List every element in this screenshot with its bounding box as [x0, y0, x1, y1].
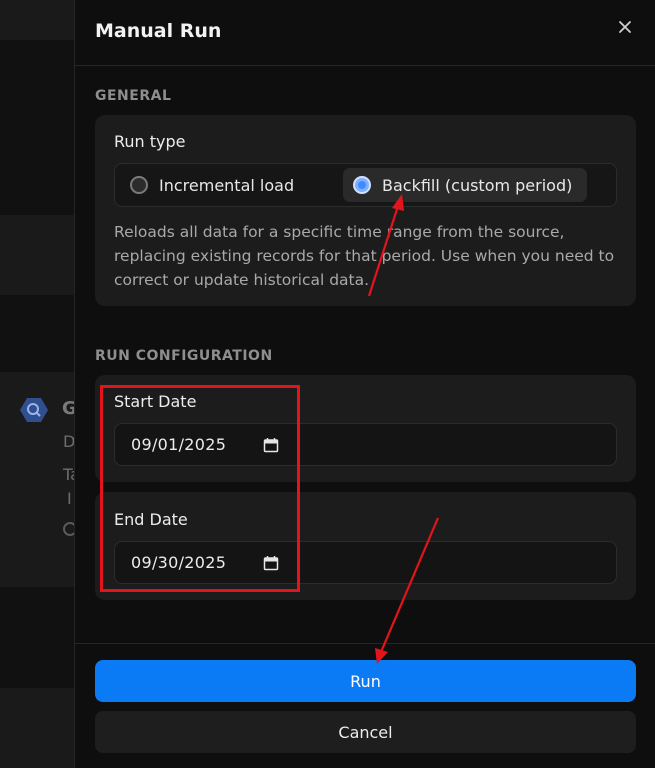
calendar-icon[interactable] — [263, 555, 279, 571]
background-band — [0, 215, 74, 295]
calendar-icon[interactable] — [263, 437, 279, 453]
run-button[interactable]: Run — [95, 660, 636, 702]
cancel-button[interactable]: Cancel — [95, 711, 636, 753]
background-band — [0, 688, 74, 768]
start-date-input[interactable]: 09/01/2025 — [114, 423, 617, 466]
dialog-footer: Run Cancel — [75, 643, 655, 768]
run-type-description: Reloads all data for a specific time ran… — [114, 223, 615, 289]
close-icon[interactable] — [613, 15, 637, 39]
radio-selected-icon[interactable] — [353, 176, 371, 194]
general-section-label: GENERAL — [95, 88, 172, 104]
end-date-label: End Date — [114, 510, 188, 529]
dialog-header: Manual Run — [75, 0, 655, 66]
start-date-value[interactable]: 09/01/2025 — [131, 435, 226, 454]
end-date-value[interactable]: 09/30/2025 — [131, 553, 226, 572]
background-app — [0, 0, 74, 768]
run-type-label: Run type — [114, 132, 186, 151]
radio-unselected-icon[interactable] — [130, 176, 148, 194]
start-date-panel: Start Date 09/01/2025 — [95, 375, 636, 482]
connector-logo-icon — [20, 398, 48, 422]
general-panel: Run type Incremental load Backfill (cust… — [95, 115, 636, 306]
run-type-backfill-option[interactable]: Backfill (custom period) — [343, 168, 587, 202]
run-type-option-label: Incremental load — [159, 175, 295, 195]
dialog-title: Manual Run — [95, 20, 222, 42]
run-type-selector: Incremental load Backfill (custom period… — [114, 163, 617, 207]
start-date-label: Start Date — [114, 392, 197, 411]
run-type-incremental-option[interactable]: Incremental load — [127, 168, 337, 202]
background-band — [0, 0, 74, 40]
run-configuration-section-label: RUN CONFIGURATION — [95, 348, 273, 364]
end-date-input[interactable]: 09/30/2025 — [114, 541, 617, 584]
end-date-panel: End Date 09/30/2025 — [95, 492, 636, 600]
run-type-option-label: Backfill (custom period) — [382, 175, 573, 195]
manual-run-dialog: Manual Run GENERAL Run type Incremental … — [74, 0, 655, 768]
background-text: I — [67, 489, 72, 508]
